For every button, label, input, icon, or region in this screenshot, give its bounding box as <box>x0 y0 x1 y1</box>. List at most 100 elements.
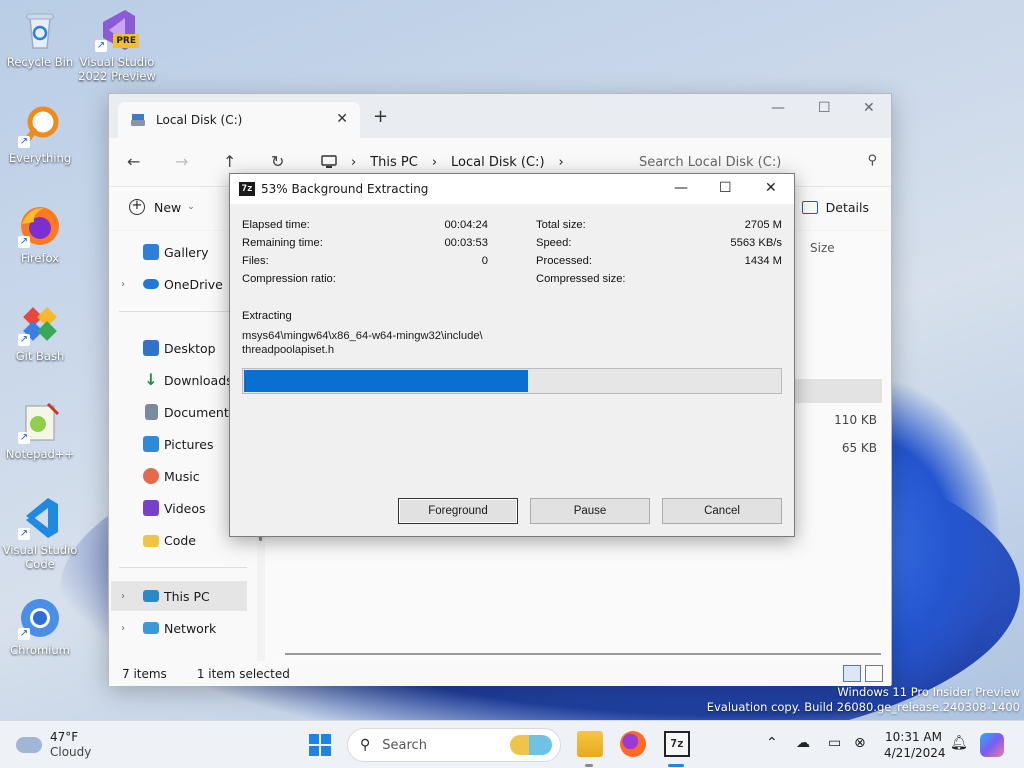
desktop-icon-label: Recycle Bin <box>6 55 74 69</box>
preview-badge: PRE <box>113 34 139 48</box>
desktop-icon-notepad-plus-plus[interactable]: ↗ Notepad++ <box>0 400 80 461</box>
sidebar-item-label: This PC <box>164 588 210 604</box>
up-arrow-icon[interactable]: ↑ <box>223 152 236 171</box>
breadcrumb-this-pc[interactable]: This PC <box>370 155 418 170</box>
dialog-title-bar[interactable]: 7z 53% Background Extracting — ☐ ✕ <box>230 174 794 204</box>
file-size-cell: 110 KB <box>834 413 877 427</box>
expand-chevron-icon[interactable]: › <box>121 279 125 290</box>
desktop-icon-chromium[interactable]: ↗ Chromium <box>0 596 80 657</box>
sidebar-item-label: Network <box>164 620 217 636</box>
elapsed-time-value: 00:04:24 <box>444 219 488 231</box>
horizontal-scrollbar[interactable] <box>285 653 881 655</box>
expand-chevron-icon[interactable]: › <box>121 591 125 602</box>
desktop-icon-label: Notepad++ <box>5 447 75 461</box>
sidebar-item-label: Documents <box>164 404 236 420</box>
tiles-view-icon[interactable] <box>865 665 883 682</box>
back-arrow-icon[interactable]: ← <box>127 152 140 171</box>
desktop-icon-visual-studio-preview[interactable]: PRE ↗ Visual Studio 2022 Preview <box>77 8 157 83</box>
taskbar-search[interactable]: ⚲ Search <box>347 728 561 762</box>
minimize-icon[interactable]: — <box>674 180 688 196</box>
pause-button[interactable]: Pause <box>530 498 650 524</box>
dialog-title: 53% Background Extracting <box>261 182 429 196</box>
close-window-icon[interactable]: ✕ <box>863 100 875 116</box>
vscode-icon: ↗ <box>18 496 62 540</box>
taskbar-file-explorer-icon[interactable] <box>577 731 603 757</box>
desktop-icon-git-bash[interactable]: ↗ Git Bash <box>0 302 80 363</box>
status-item-count: 7 items <box>122 666 167 681</box>
details-view-icon[interactable] <box>843 665 861 682</box>
status-bar: 7 items 1 item selected <box>109 661 891 686</box>
new-button[interactable]: + New ⌄ <box>129 199 195 215</box>
copilot-icon[interactable] <box>980 733 1004 757</box>
desktop-icon-label: Git Bash <box>15 349 65 363</box>
compressed-size-label: Compressed size: <box>536 273 626 285</box>
breadcrumb-local-disk[interactable]: Local Disk (C:) <box>451 155 544 170</box>
sidebar-divider <box>119 311 247 312</box>
search-placeholder: Search Local Disk (C:) <box>639 154 782 170</box>
desktop-icon-everything[interactable]: ↗ Everything <box>0 104 80 165</box>
desktop-icon-label: Visual Studio Code <box>2 543 78 571</box>
sidebar-item-label: OneDrive <box>164 276 223 292</box>
firefox-icon: ↗ <box>18 204 62 248</box>
desktop-icon-vscode[interactable]: ↗ Visual Studio Code <box>0 496 80 571</box>
watermark-edition: Windows 11 Pro Insider Preview <box>837 685 1020 699</box>
expand-chevron-icon[interactable]: › <box>121 623 125 634</box>
sidebar-item-label: Downloads <box>164 372 233 388</box>
show-hidden-icons-chevron-icon[interactable]: ⌃ <box>766 735 778 751</box>
elapsed-time-label: Elapsed time: <box>242 219 310 231</box>
minimize-icon[interactable]: — <box>771 100 785 116</box>
refresh-icon[interactable]: ↻ <box>271 152 284 171</box>
maximize-icon[interactable]: ☐ <box>818 100 831 116</box>
breadcrumb-chevron-icon: › <box>351 154 357 170</box>
desktop-folder-icon <box>143 340 159 356</box>
selected-row[interactable] <box>792 379 882 403</box>
remaining-time-value: 00:03:53 <box>444 237 488 249</box>
shortcut-arrow-icon: ↗ <box>18 236 30 248</box>
close-tab-icon[interactable]: ✕ <box>336 111 348 127</box>
column-header-size[interactable]: Size <box>810 241 835 255</box>
progress-fill <box>244 370 528 392</box>
desktop-icon-firefox[interactable]: ↗ Firefox <box>0 204 80 265</box>
download-arrow-icon: ↓ <box>144 370 158 389</box>
breadcrumb[interactable]: › This PC › Local Disk (C:) › <box>321 150 578 174</box>
details-button-label: Details <box>825 200 869 215</box>
taskbar-7zip-icon[interactable]: 7z <box>664 731 690 757</box>
weather-temperature: 47°F <box>50 730 79 744</box>
network-disconnected-icon[interactable]: ⊗ <box>854 735 866 751</box>
notification-bell-icon[interactable]: 🔔︎ <box>950 735 968 751</box>
foreground-button[interactable]: Foreground <box>398 498 518 524</box>
new-tab-icon[interactable]: + <box>373 106 388 127</box>
weather-widget[interactable]: 47°F Cloudy <box>16 730 91 760</box>
cloud-icon <box>16 737 42 753</box>
tab-local-disk[interactable]: Local Disk (C:) ✕ <box>118 102 360 138</box>
git-bash-icon: ↗ <box>18 302 62 346</box>
desktop-icon-recycle-bin[interactable]: Recycle Bin <box>0 8 80 69</box>
operation-label: Extracting <box>242 310 292 322</box>
cloud-offline-icon[interactable]: ☁ <box>796 735 810 751</box>
taskbar-firefox-icon[interactable] <box>620 731 646 757</box>
start-button[interactable] <box>309 734 331 756</box>
current-file-path: msys64\mingw64\x86_64-w64-mingw32\includ… <box>242 329 483 357</box>
music-icon <box>143 468 159 484</box>
plus-icon: + <box>129 199 145 215</box>
sidebar-item-network[interactable]: › Network <box>109 613 257 643</box>
total-size-value: 2705 M <box>744 219 782 231</box>
extraction-progress-bar <box>242 368 782 394</box>
details-button[interactable]: Details <box>801 200 869 215</box>
details-pane-icon <box>801 201 818 214</box>
close-icon[interactable]: ✕ <box>765 180 777 196</box>
7zip-logo-icon: 7z <box>239 182 255 196</box>
system-clock[interactable]: 10:31 AM 4/21/2024 <box>884 729 946 761</box>
maximize-icon[interactable]: ☐ <box>719 180 732 196</box>
breadcrumb-chevron-icon: › <box>431 154 438 170</box>
sidebar-item-label: Code <box>164 532 197 548</box>
display-icon[interactable]: ▭ <box>828 735 841 751</box>
desktop-icon-label: Visual Studio 2022 Preview <box>78 55 156 83</box>
cancel-button[interactable]: Cancel <box>662 498 782 524</box>
sidebar-item-this-pc[interactable]: › This PC <box>111 581 247 611</box>
extraction-progress-dialog[interactable]: 7z 53% Background Extracting — ☐ ✕ Elaps… <box>229 173 795 537</box>
processed-value: 1434 M <box>744 255 782 267</box>
status-selection: 1 item selected <box>196 666 290 681</box>
visual-studio-preview-icon: PRE ↗ <box>95 8 139 52</box>
forward-arrow-icon[interactable]: → <box>175 152 188 171</box>
